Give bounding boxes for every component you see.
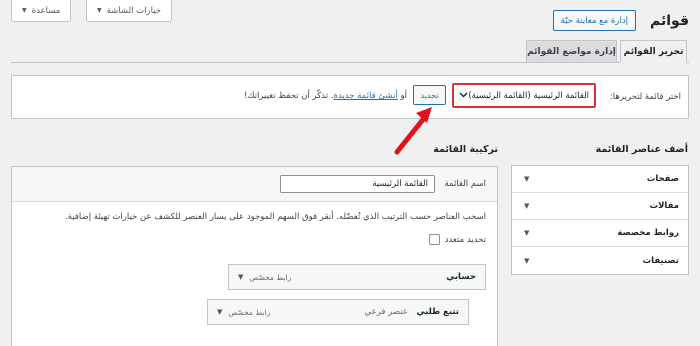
menu-item-type: رابط مخصّص [228, 307, 271, 317]
menu-item-title: حسابي [446, 272, 476, 282]
accordion-label: صفحات [646, 174, 679, 184]
menu-item-my-account[interactable]: حسابي رابط مخصّص ▼ [228, 264, 486, 290]
accordion-label: مقالات [649, 201, 679, 211]
accordion-item-custom-links[interactable]: روابط مخصصة ▼ [512, 220, 688, 247]
triangle-down-icon: ▼ [524, 256, 530, 265]
accordion-label: روابط مخصصة [617, 228, 679, 238]
accordion-item-posts[interactable]: مقالات ▼ [512, 193, 688, 220]
menu-item-type: رابط مخصّص [249, 272, 292, 282]
accordion-item-pages[interactable]: صفحات ▼ [512, 166, 688, 193]
bulk-select-label: تحديد متعدد [444, 234, 486, 245]
triangle-down-icon[interactable]: ▼ [238, 273, 243, 281]
menu-item-subtitle: عنصر فرعي [364, 307, 408, 317]
menu-structure-title: تركيبة القائمة [433, 144, 498, 155]
menu-item-title: تتبع طلبي [416, 307, 459, 317]
triangle-down-icon: ▼ [524, 202, 530, 210]
accordion-item-categories[interactable]: تصنيفات ▼ [512, 247, 688, 274]
bulk-select-checkbox[interactable] [428, 234, 440, 245]
triangle-down-icon: ▼ [524, 229, 530, 237]
menu-item-track-order[interactable]: تتبع طلبي عنصر فرعي رابط مخصّص ▼ [207, 299, 469, 325]
bulk-select[interactable]: تحديد متعدد [428, 234, 486, 245]
drag-instructions: اسحب العناصر حسب الترتيب الذي تُفضّله. أ… [65, 212, 486, 222]
menu-item-title-wrap: تتبع طلبي عنصر فرعي [365, 307, 459, 317]
add-items-accordion: صفحات ▼ مقالات ▼ روابط مخصصة ▼ تصنيفات ▼ [511, 165, 689, 275]
menu-name-input[interactable]: القائمة الرئيسية [280, 175, 435, 193]
menu-item-controls: رابط مخصّص ▼ [217, 308, 270, 317]
triangle-down-icon: ▼ [524, 175, 530, 183]
menu-name-label: اسم القائمة [444, 179, 486, 189]
triangle-down-icon[interactable]: ▼ [217, 308, 222, 316]
add-items-title: أضف عناصر القائمة [595, 144, 688, 155]
menu-structure-header: اسم القائمة القائمة الرئيسية [12, 167, 497, 202]
menu-item-controls: رابط مخصّص ▼ [238, 273, 291, 282]
menu-structure-panel: اسم القائمة القائمة الرئيسية اسحب العناص… [11, 166, 498, 346]
accordion-label: تصنيفات [642, 255, 679, 266]
